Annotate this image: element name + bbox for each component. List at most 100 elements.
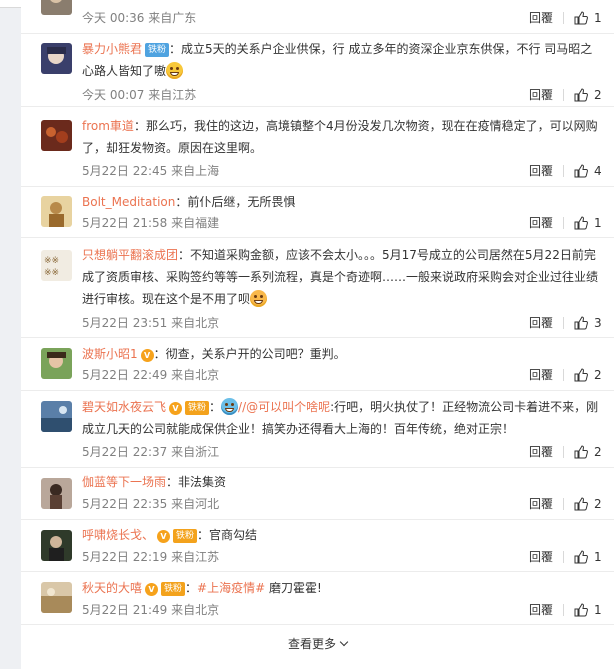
reply-button[interactable]: 回覆 — [529, 549, 553, 565]
divider — [563, 217, 564, 229]
reply-button[interactable]: 回覆 — [529, 163, 553, 179]
avatar[interactable] — [41, 348, 72, 379]
hashtag-link[interactable]: #上海疫情# — [197, 581, 265, 595]
comment-content-prefix: ： — [209, 400, 222, 414]
avatar[interactable] — [41, 120, 72, 151]
vip-icon: V — [169, 402, 183, 415]
reply-button[interactable]: 回覆 — [529, 496, 553, 512]
username[interactable]: from車道 — [82, 119, 134, 133]
comment-actions: 回覆 4 — [529, 163, 602, 179]
avatar[interactable] — [41, 196, 72, 227]
like-count: 1 — [594, 550, 602, 564]
like-button[interactable]: 2 — [574, 496, 602, 512]
comment-text: 呼啸烧长戈、 V 铁粉 ：官商勾结 — [82, 524, 602, 546]
comment-text: 秋天的大嘻 V 铁粉 ：#上海疫情# 磨刀霍霍! — [82, 581, 322, 596]
like-button[interactable]: 2 — [574, 367, 602, 383]
username[interactable]: 碧天如水夜云飞 — [82, 400, 166, 414]
comment-item: from車道：那么巧，我住的这边，高境镇整个4月份没发几次物资，现在在疫情稳定了… — [21, 107, 614, 187]
comment-text: 波斯小昭1 V ：彻查，关系户开的公司吧？重判。 — [82, 343, 602, 365]
username[interactable]: 呼啸烧长戈、 — [82, 528, 154, 542]
comment-meta: 5月22日 22:37 来自浙江 — [82, 445, 220, 459]
like-button[interactable]: 2 — [574, 444, 602, 460]
comment-item: 秋天的大嘻 V 铁粉 ：#上海疫情# 磨刀霍霍! 5月22日 21:49 来自北京 回… — [21, 572, 614, 625]
fan-badge: 铁粉 — [161, 582, 186, 596]
divider — [563, 551, 564, 563]
see-more-button[interactable]: 查看更多 — [21, 630, 614, 658]
like-count: 1 — [594, 11, 602, 25]
reply-button[interactable]: 回覆 — [529, 215, 553, 231]
avatar[interactable]: ※※ ※※ — [41, 250, 72, 281]
thumbs-up-icon — [574, 216, 588, 230]
comment-item: 波斯小昭1 V ：彻查，关系户开的公司吧？重判。 5月22日 22:49 来自北京 … — [21, 338, 614, 391]
like-count: 1 — [594, 216, 602, 230]
like-button[interactable]: 1 — [574, 215, 602, 231]
comment-item: 暴力小熊君 铁粉 ：成立5天的关系户企业供保，行 成立多年的资深企业京东供保，不行 … — [21, 34, 614, 107]
like-button[interactable]: 2 — [574, 87, 602, 103]
reply-button[interactable]: 回覆 — [529, 367, 553, 383]
avatar[interactable] — [41, 0, 72, 15]
comment-text: 只想躺平翻滚成团：不知道采购金额，应该不会太小。。。5月17号成立的公司居然在5… — [82, 244, 602, 310]
comment-item: 碧天如水夜云飞 V 铁粉：//@可以叫个啥呢:行吧，明火执仗了！正经物流公司卡着进不… — [21, 391, 614, 468]
username[interactable]: 伽蓝等下一场雨 — [82, 475, 166, 489]
fan-badge: 铁粉 — [173, 529, 198, 543]
comment-content: ：非法集资 — [166, 475, 227, 489]
thumbs-up-icon — [574, 11, 588, 25]
avatar[interactable] — [41, 530, 72, 561]
thumbs-up-icon — [574, 316, 588, 330]
comment-actions: 回覆 1 — [529, 549, 602, 565]
see-more-label: 查看更多 — [287, 637, 336, 651]
reply-button[interactable]: 回覆 — [529, 87, 553, 103]
thumbs-up-icon — [574, 497, 588, 511]
avatar[interactable] — [41, 43, 72, 74]
username[interactable]: 暴力小熊君 — [82, 42, 142, 56]
like-button[interactable]: 4 — [574, 163, 602, 179]
comment-item: 伽蓝等下一场雨：非法集资 5月22日 22:35 来自河北 回覆 2 — [21, 468, 614, 520]
thumbs-up-icon — [574, 603, 588, 617]
grin-emoji-icon — [166, 62, 184, 79]
like-count: 1 — [594, 603, 602, 617]
avatar[interactable] — [41, 401, 72, 432]
like-count: 4 — [594, 164, 602, 178]
like-count: 2 — [594, 497, 602, 511]
comment-actions: 回覆 3 — [529, 315, 602, 331]
comment-meta: 5月22日 22:45 来自上海 — [82, 164, 220, 178]
comment-content: 磨刀霍霍! — [265, 581, 322, 595]
reply-button[interactable]: 回覆 — [529, 10, 553, 26]
like-button[interactable]: 3 — [574, 315, 602, 331]
vip-icon: V — [145, 583, 159, 596]
reply-button[interactable]: 回覆 — [529, 602, 553, 618]
username[interactable]: Bolt_Meditation — [82, 195, 175, 209]
username[interactable]: 波斯小昭1 — [82, 347, 138, 361]
comment-meta: 5月22日 22:35 来自河北 — [82, 497, 220, 511]
comment-content: ：官商勾结 — [197, 528, 258, 542]
comment-meta: 5月22日 21:49 来自北京 — [82, 603, 220, 617]
thumbs-up-icon — [574, 445, 588, 459]
comment-actions: 回覆 2 — [529, 87, 602, 103]
like-button[interactable]: 1 — [574, 10, 602, 26]
username[interactable]: 只想躺平翻滚成团 — [82, 248, 178, 262]
comment-actions: 回覆 1 — [529, 10, 602, 26]
like-count: 2 — [594, 445, 602, 459]
mention-link[interactable]: //@可以叫个啥呢 — [238, 400, 330, 414]
wink-emoji-icon — [250, 290, 268, 307]
like-button[interactable]: 1 — [574, 602, 602, 618]
divider — [563, 604, 564, 616]
username[interactable]: 秋天的大嘻 — [82, 581, 142, 595]
divider — [563, 89, 564, 101]
avatar[interactable] — [41, 582, 72, 613]
comment-item: Bolt_Meditation：前仆后继，无所畏惧 5月22日 21:58 来自… — [21, 187, 614, 238]
comment-item: 今天 00:36 来自广东 回覆 1 — [21, 0, 614, 34]
comment-actions: 回覆 2 — [529, 444, 602, 460]
comment-meta: 5月22日 21:58 来自福建 — [82, 216, 220, 230]
divider — [563, 12, 564, 24]
thumbs-up-icon — [574, 550, 588, 564]
reply-button[interactable]: 回覆 — [529, 444, 553, 460]
vip-icon: V — [140, 349, 154, 362]
comment-text: 伽蓝等下一场雨：非法集资 — [82, 471, 602, 493]
comment-text: 碧天如水夜云飞 V 铁粉：//@可以叫个啥呢:行吧，明火执仗了！正经物流公司卡着进不… — [82, 396, 602, 440]
reply-button[interactable]: 回覆 — [529, 315, 553, 331]
svg-text:※※: ※※ — [44, 268, 59, 278]
like-button[interactable]: 1 — [574, 549, 602, 565]
comment-text: Bolt_Meditation：前仆后继，无所畏惧 — [82, 191, 602, 213]
avatar[interactable] — [41, 478, 72, 509]
